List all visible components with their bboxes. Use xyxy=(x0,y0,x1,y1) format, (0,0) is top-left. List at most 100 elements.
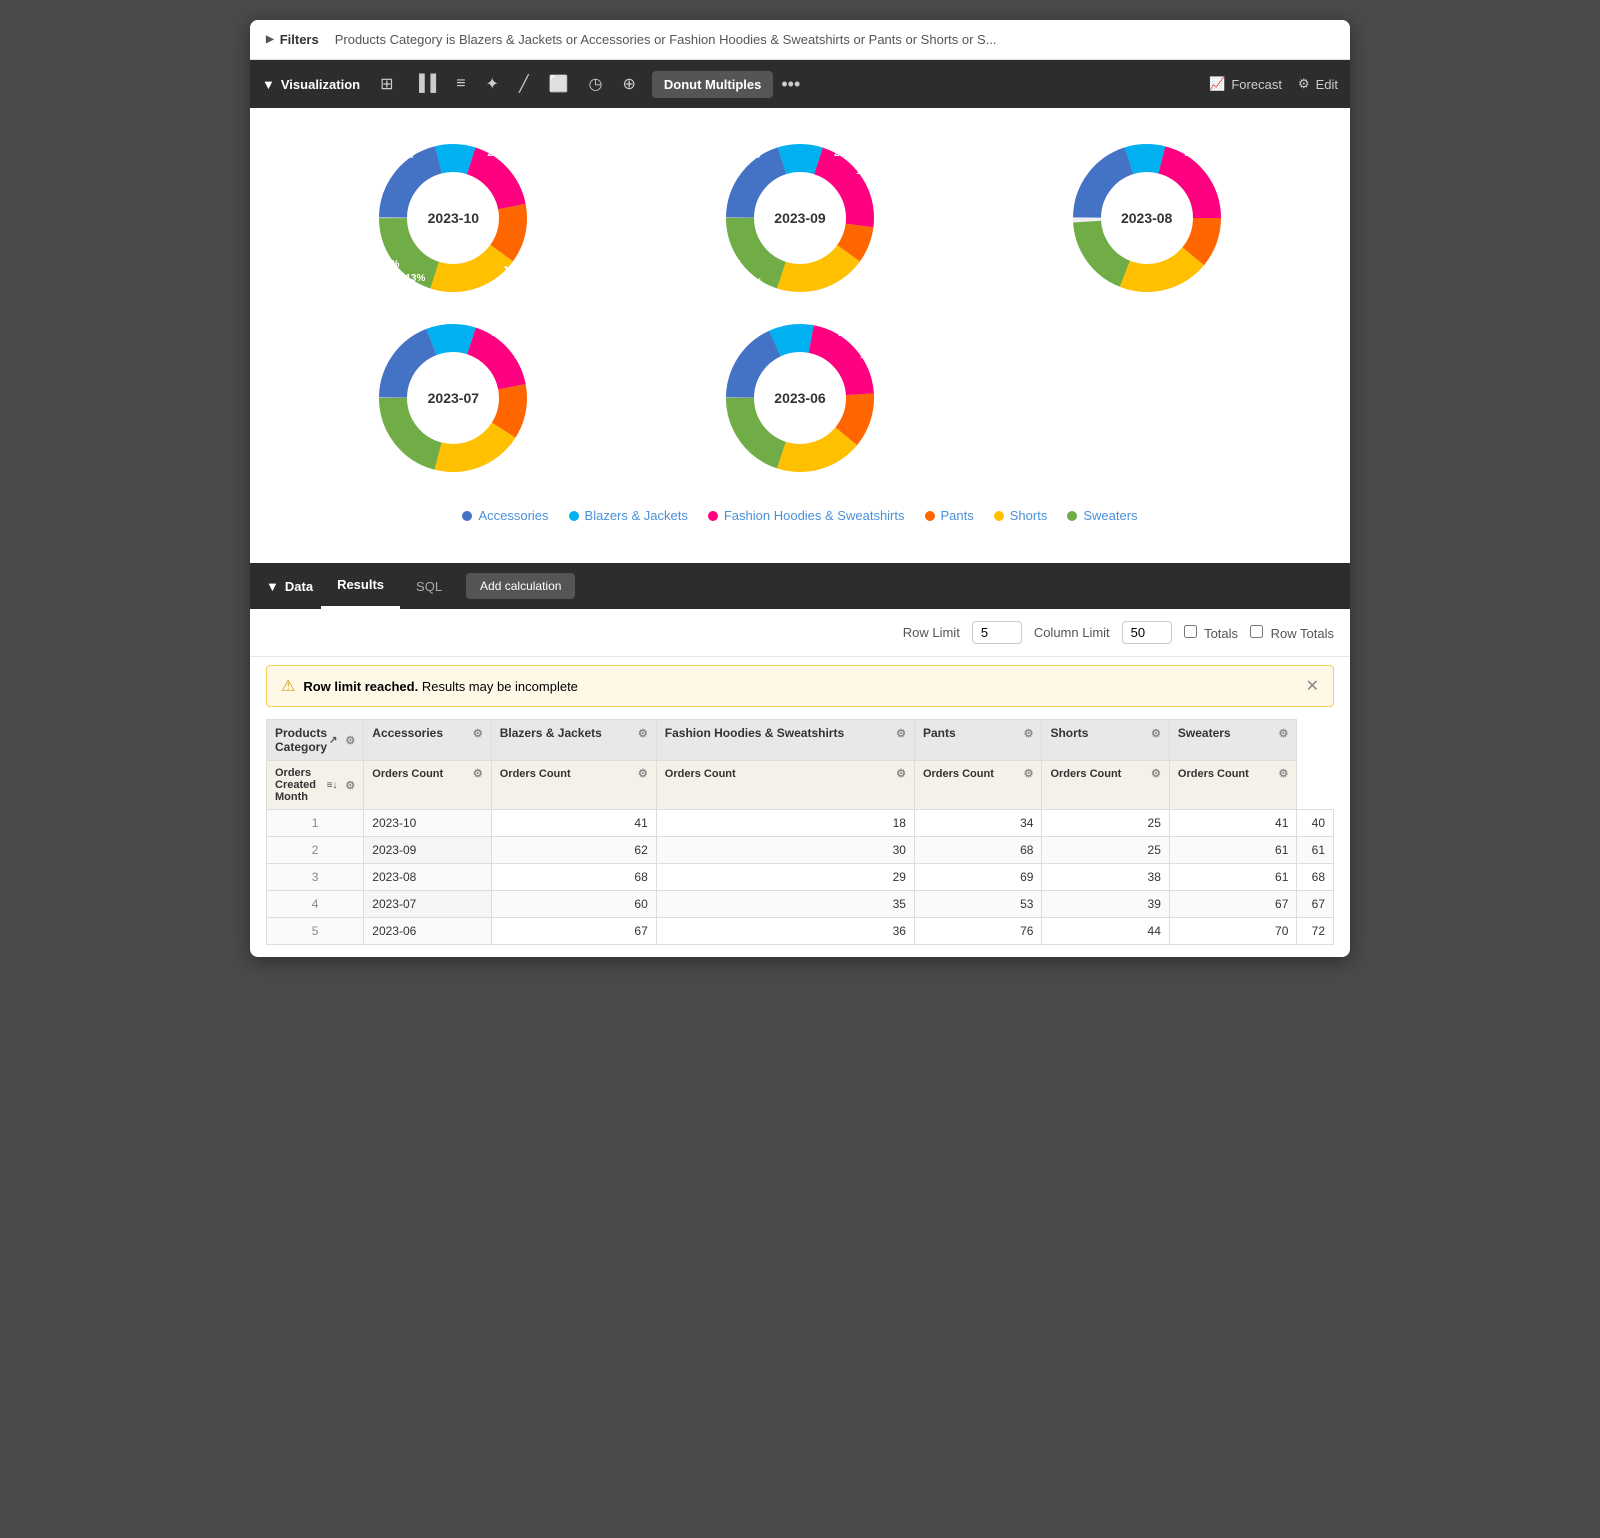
warning-text: Row limit reached. Results may be incomp… xyxy=(303,679,1297,694)
legend-dot-accessories xyxy=(462,511,472,521)
metric-accessories-label: Orders Count xyxy=(372,768,443,780)
legend-fashion[interactable]: Fashion Hoodies & Sweatshirts xyxy=(708,508,905,523)
donut-multiples-btn[interactable]: Donut Multiples xyxy=(652,71,774,98)
legend-shorts[interactable]: Shorts xyxy=(994,508,1048,523)
shorts-gear-icon[interactable]: ⚙ xyxy=(1151,727,1161,740)
add-calculation-btn[interactable]: Add calculation xyxy=(466,573,575,599)
tab-results[interactable]: Results xyxy=(321,563,400,609)
viz-arrow-icon: ▼ xyxy=(262,77,275,92)
legend-label-blazers: Blazers & Jackets xyxy=(585,508,688,523)
sweaters-gear-icon[interactable]: ⚙ xyxy=(1279,727,1289,740)
pants-metric-gear-icon[interactable]: ⚙ xyxy=(1024,767,1034,780)
legend-dot-fashion xyxy=(708,511,718,521)
blaz-metric-gear-icon[interactable]: ⚙ xyxy=(638,767,648,780)
table-cell: 35 xyxy=(656,891,914,918)
month-gear-icon[interactable]: ⚙ xyxy=(345,779,355,792)
filters-bar: ▶ Filters Products Category is Blazers &… xyxy=(250,20,1350,60)
donut-cell-2023-06: 2023-06 18% 10% 21% 12% 19% 20% xyxy=(637,318,964,478)
forecast-label: Forecast xyxy=(1231,77,1282,92)
edit-label: Edit xyxy=(1316,77,1338,92)
legend-label-fashion: Fashion Hoodies & Sweatshirts xyxy=(724,508,905,523)
metric-shorts-label: Orders Count xyxy=(1050,768,1121,780)
table-cell: 30 xyxy=(656,837,914,864)
accessories-gear-icon[interactable]: ⚙ xyxy=(473,727,483,740)
viz-line-icon[interactable]: ╱ xyxy=(511,68,537,100)
th-metric-pants: Orders Count ⚙ xyxy=(914,761,1041,810)
row-totals-checkbox[interactable] xyxy=(1250,625,1263,638)
legend-dot-shorts xyxy=(994,511,1004,521)
row-label-cell: 2023-08 xyxy=(364,864,491,891)
table-row: 42023-07603553396767 xyxy=(267,891,1334,918)
chart-area: 2023-10 21% 9% 17% 13% 20% 21% xyxy=(250,108,1350,563)
legend-pants[interactable]: Pants xyxy=(925,508,974,523)
table-body: 12023-1041183425414022023-09623068256161… xyxy=(267,810,1334,945)
tab-sql[interactable]: SQL xyxy=(400,563,458,609)
fash-metric-gear-icon[interactable]: ⚙ xyxy=(896,767,906,780)
th-metric-blazers: Orders Count ⚙ xyxy=(491,761,656,810)
month-sort-icon[interactable]: ≡↓ xyxy=(327,780,338,791)
warning-close-btn[interactable]: ✕ xyxy=(1306,676,1319,696)
donut-cell-2023-10: 2023-10 21% 9% 17% 13% 20% 21% xyxy=(290,138,617,298)
totals-checkbox-label: Totals xyxy=(1184,625,1238,641)
main-container: ▶ Filters Products Category is Blazers &… xyxy=(250,20,1350,957)
viz-more-icon[interactable]: ••• xyxy=(777,74,804,95)
th-accessories: Accessories ⚙ xyxy=(364,720,491,761)
viz-bar-icon[interactable]: ▐▐ xyxy=(406,69,445,99)
warning-bold: Row limit reached. xyxy=(303,679,418,694)
th-shorts: Shorts ⚙ xyxy=(1042,720,1169,761)
viz-table-icon[interactable]: ⊞ xyxy=(372,68,401,100)
table-cell: 61 xyxy=(1169,837,1296,864)
warning-icon: ⚠ xyxy=(281,676,295,696)
forecast-btn[interactable]: 📈 Forecast xyxy=(1209,76,1282,92)
totals-checkbox[interactable] xyxy=(1184,625,1197,638)
legend-dot-blazers xyxy=(569,511,579,521)
viz-map-icon[interactable]: ⊕ xyxy=(614,68,643,100)
viz-list-icon[interactable]: ≡ xyxy=(448,69,473,99)
row-number: 1 xyxy=(267,810,364,837)
col-limit-input[interactable] xyxy=(1122,621,1172,644)
table-cell: 67 xyxy=(491,918,656,945)
viz-scatter-icon[interactable]: ✦ xyxy=(478,68,507,100)
table-cell: 40 xyxy=(1297,810,1334,837)
table-cell: 25 xyxy=(1042,810,1169,837)
table-cell: 41 xyxy=(491,810,656,837)
th-metric-accessories: Orders Count ⚙ xyxy=(364,761,491,810)
products-gear-icon[interactable]: ⚙ xyxy=(345,734,355,747)
blazers-gear-icon[interactable]: ⚙ xyxy=(638,727,648,740)
table-cell: 18 xyxy=(656,810,914,837)
results-table: ProductsCategory ↗ ⚙ Accessories ⚙ xyxy=(266,719,1334,945)
products-sort-icon[interactable]: ↗ xyxy=(329,735,337,746)
edit-btn[interactable]: ⚙ Edit xyxy=(1298,76,1338,92)
table-wrapper: ProductsCategory ↗ ⚙ Accessories ⚙ xyxy=(250,707,1350,957)
table-cell: 44 xyxy=(1042,918,1169,945)
filters-arrow-icon: ▶ xyxy=(266,34,274,45)
filters-toggle[interactable]: ▶ Filters xyxy=(266,32,319,47)
sweat-metric-gear-icon[interactable]: ⚙ xyxy=(1279,767,1289,780)
pants-gear-icon[interactable]: ⚙ xyxy=(1024,727,1034,740)
data-label-text: Data xyxy=(285,579,313,594)
viz-area-icon[interactable]: ⬜ xyxy=(541,68,577,100)
legend-label-shorts: Shorts xyxy=(1010,508,1048,523)
row-limit-input[interactable] xyxy=(972,621,1022,644)
table-cell: 34 xyxy=(914,810,1041,837)
viz-toolbar: ▼ Visualization ⊞ ▐▐ ≡ ✦ ╱ ⬜ ◷ ⊕ Donut M… xyxy=(250,60,1350,108)
viz-pie-icon[interactable]: ◷ xyxy=(581,68,611,100)
acc-metric-gear-icon[interactable]: ⚙ xyxy=(473,767,483,780)
legend-blazers[interactable]: Blazers & Jackets xyxy=(569,508,688,523)
legend-sweaters[interactable]: Sweaters xyxy=(1067,508,1137,523)
shorts-metric-gear-icon[interactable]: ⚙ xyxy=(1151,767,1161,780)
table-row: 52023-06673676447072 xyxy=(267,918,1334,945)
warning-rest: Results may be incomplete xyxy=(422,679,578,694)
donut-cell-2023-07: 2023-07 19% 11% 17% 12% 20% 21% xyxy=(290,318,617,478)
table-cell: 53 xyxy=(914,891,1041,918)
table-cell: 67 xyxy=(1297,891,1334,918)
th-metric-sweaters: Orders Count ⚙ xyxy=(1169,761,1296,810)
donut-label-2023-08: 2023-08 xyxy=(1121,210,1172,226)
donut-2023-06: 2023-06 18% 10% 21% 12% 19% 20% xyxy=(720,318,880,478)
fashion-gear-icon[interactable]: ⚙ xyxy=(896,727,906,740)
th-pants: Pants ⚙ xyxy=(914,720,1041,761)
row-label-cell: 2023-09 xyxy=(364,837,491,864)
products-category-header: ProductsCategory xyxy=(275,726,327,754)
legend-accessories[interactable]: Accessories xyxy=(462,508,548,523)
edit-icon: ⚙ xyxy=(1298,76,1310,92)
